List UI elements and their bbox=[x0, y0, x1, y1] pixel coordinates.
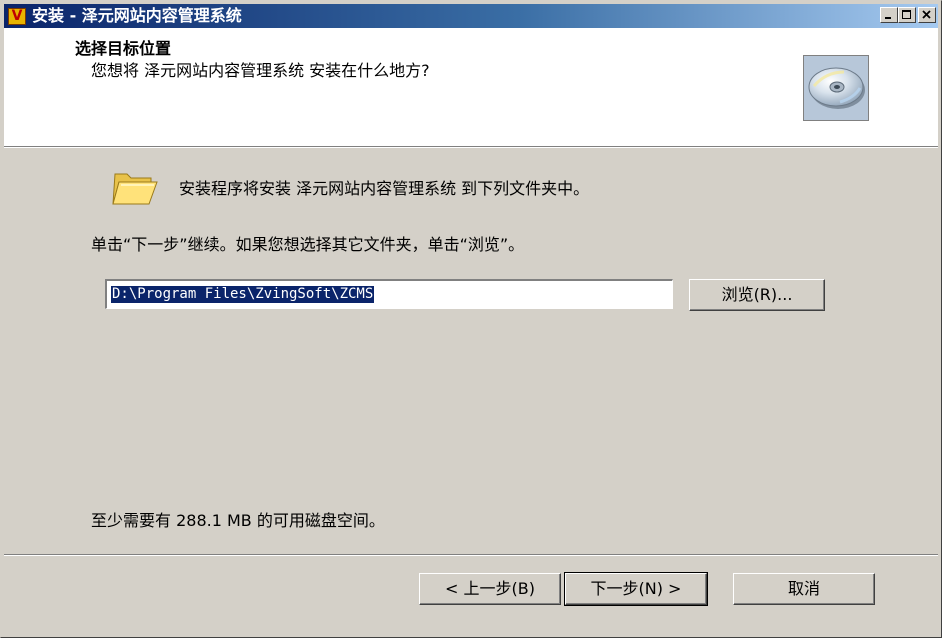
browse-button[interactable]: 浏览(R)... bbox=[689, 279, 825, 311]
maximize-icon bbox=[902, 10, 911, 19]
app-icon: V bbox=[8, 8, 26, 25]
instruction-text: 单击“下一步”继续。如果您想选择其它文件夹，单击“浏览”。 bbox=[91, 235, 525, 254]
destination-info-text: 安装程序将安装 泽元网站内容管理系统 到下列文件夹中。 bbox=[179, 179, 590, 198]
installer-window: V 安装 - 泽元网站内容管理系统 选择目标位置 您想将 泽元网站内容管理系统 … bbox=[0, 0, 942, 638]
window-title: 安装 - 泽元网站内容管理系统 bbox=[32, 6, 242, 25]
page-title: 选择目标位置 bbox=[75, 39, 172, 58]
header-separator bbox=[4, 146, 938, 148]
title-bar[interactable]: V 安装 - 泽元网站内容管理系统 bbox=[4, 4, 938, 28]
back-button[interactable]: < 上一步(B) bbox=[419, 573, 561, 605]
cancel-button[interactable]: 取消 bbox=[733, 573, 875, 605]
next-button[interactable]: 下一步(N) > bbox=[564, 572, 708, 606]
page-subtitle: 您想将 泽元网站内容管理系统 安装在什么地方? bbox=[91, 61, 430, 80]
minimize-button[interactable] bbox=[880, 7, 898, 23]
cd-disc-icon bbox=[803, 55, 869, 121]
install-path-field[interactable]: D:\Program Files\ZvingSoft\ZCMS bbox=[105, 279, 673, 309]
folder-icon bbox=[111, 166, 159, 212]
install-path-value: D:\Program Files\ZvingSoft\ZCMS bbox=[111, 286, 375, 303]
disk-space-text: 至少需要有 288.1 MB 的可用磁盘空间。 bbox=[91, 511, 385, 530]
minimize-icon bbox=[885, 17, 891, 19]
maximize-button[interactable] bbox=[898, 7, 916, 23]
close-button[interactable] bbox=[918, 7, 936, 23]
close-icon bbox=[922, 10, 931, 19]
footer-separator bbox=[4, 554, 938, 556]
